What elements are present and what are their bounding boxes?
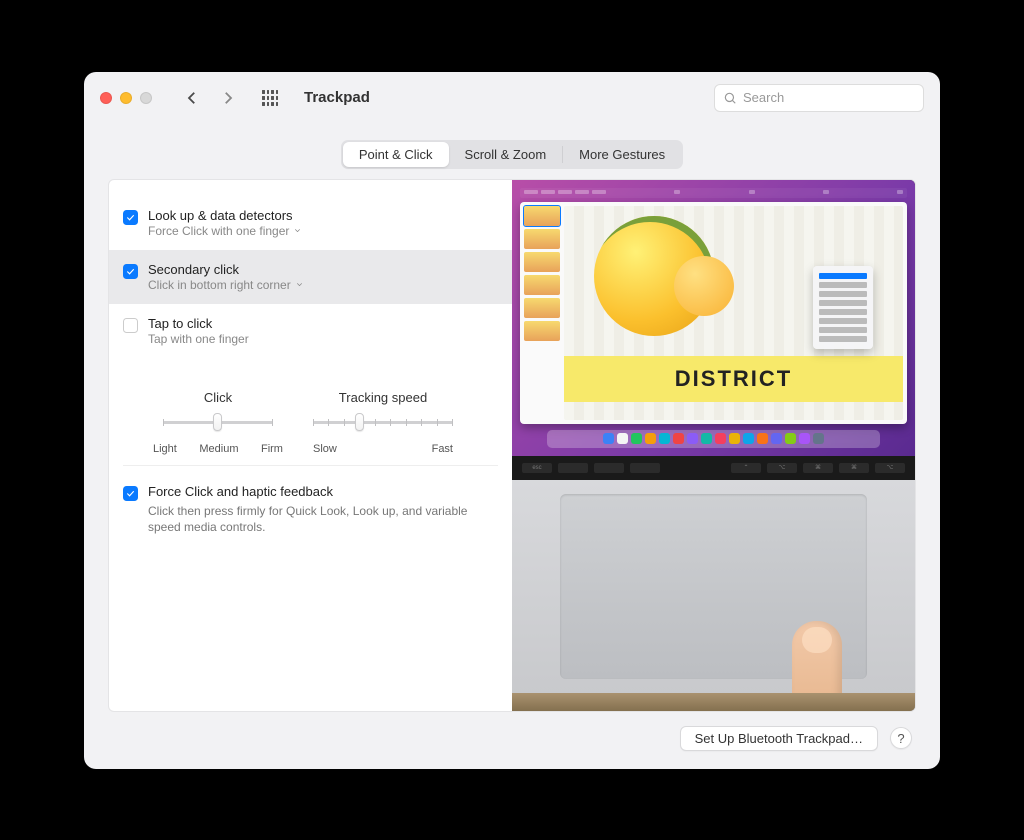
chevron-down-icon: [295, 278, 304, 292]
content: Point & Click Scroll & Zoom More Gesture…: [84, 124, 940, 769]
option-tap-to-click[interactable]: Tap to click Tap with one finger: [109, 304, 512, 358]
help-button[interactable]: ?: [890, 727, 912, 749]
tab-more-gestures[interactable]: More Gestures: [563, 142, 681, 167]
window-title: Trackpad: [304, 89, 370, 106]
settings-panel: Look up & data detectors Force Click wit…: [108, 179, 916, 712]
close-icon[interactable]: [100, 92, 112, 104]
checkbox-secondary[interactable]: [123, 264, 138, 279]
option-secondary-title: Secondary click: [148, 262, 304, 277]
grid-icon: [262, 90, 278, 106]
click-max: Firm: [261, 443, 283, 455]
force-click-title: Force Click and haptic feedback: [148, 484, 468, 499]
back-button[interactable]: [178, 84, 206, 112]
click-slider-label: Click: [204, 390, 232, 405]
force-click-desc: Click then press firmly for Quick Look, …: [148, 503, 468, 537]
show-all-button[interactable]: [256, 84, 284, 112]
checkbox-tap[interactable]: [123, 318, 138, 333]
tab-bar: Point & Click Scroll & Zoom More Gesture…: [108, 140, 916, 169]
preview-touchbar: esc⌃⌥⌘⌘⌥: [512, 456, 915, 480]
option-tap-title: Tap to click: [148, 316, 249, 331]
sliders-row: Click Light Medium Firm: [123, 366, 498, 466]
setup-bluetooth-button[interactable]: Set Up Bluetooth Trackpad…: [680, 726, 878, 751]
search-input[interactable]: Search: [714, 84, 924, 112]
titlebar: Trackpad Search: [84, 72, 940, 124]
tracking-slider-block: Tracking speed Slow: [313, 390, 453, 455]
click-slider-block: Click Light Medium Firm: [153, 390, 283, 455]
tracking-min: Slow: [313, 443, 337, 455]
settings-left: Look up & data detectors Force Click wit…: [109, 180, 512, 711]
segmented-control: Point & Click Scroll & Zoom More Gesture…: [341, 140, 683, 169]
tracking-slider[interactable]: [313, 413, 453, 433]
option-lookup-title: Look up & data detectors: [148, 208, 302, 223]
preview-context-menu: [813, 266, 873, 349]
option-lookup-sub[interactable]: Force Click with one finger: [148, 224, 302, 238]
option-lookup[interactable]: Look up & data detectors Force Click wit…: [109, 196, 512, 250]
tracking-slider-label: Tracking speed: [339, 390, 427, 405]
option-secondary-click[interactable]: Secondary click Click in bottom right co…: [109, 250, 512, 304]
search-placeholder: Search: [743, 90, 784, 105]
checkbox-lookup[interactable]: [123, 210, 138, 225]
force-click-row: Force Click and haptic feedback Click th…: [109, 466, 512, 537]
option-tap-sub: Tap with one finger: [148, 332, 249, 346]
checkbox-force-click[interactable]: [123, 486, 138, 501]
forward-button[interactable]: [214, 84, 242, 112]
preview-body: [512, 480, 915, 711]
click-slider[interactable]: [163, 413, 273, 433]
click-min: Light: [153, 443, 177, 455]
option-secondary-sub[interactable]: Click in bottom right corner: [148, 278, 304, 292]
preferences-window: Trackpad Search Point & Click Scroll & Z…: [84, 72, 940, 769]
options-list: Look up & data detectors Force Click wit…: [109, 196, 512, 358]
preview-screen: DISTRICT: [512, 180, 915, 456]
tracking-max: Fast: [432, 443, 453, 455]
footer: Set Up Bluetooth Trackpad… ?: [108, 712, 916, 751]
minimize-icon[interactable]: [120, 92, 132, 104]
tab-scroll-zoom[interactable]: Scroll & Zoom: [449, 142, 563, 167]
search-icon: [723, 91, 737, 105]
preview-banner-text: DISTRICT: [675, 366, 792, 392]
window-controls: [100, 92, 152, 104]
click-mid: Medium: [199, 443, 238, 455]
tab-point-click[interactable]: Point & Click: [343, 142, 449, 167]
gesture-preview: DISTRICT esc⌃⌥⌘⌘⌥: [512, 180, 915, 711]
chevron-down-icon: [293, 224, 302, 238]
zoom-icon[interactable]: [140, 92, 152, 104]
